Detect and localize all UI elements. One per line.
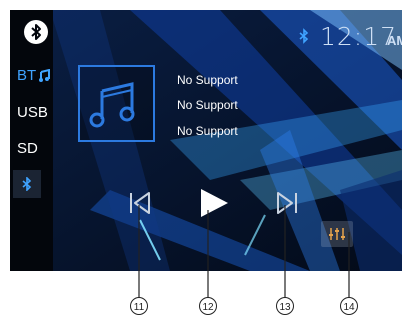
callout-number: 14 (343, 302, 355, 313)
callout-number: 13 (279, 302, 291, 313)
callout-number: 12 (202, 302, 214, 313)
callout-layer: 11 12 13 14 (130, 205, 358, 315)
callout-number: 11 (134, 302, 145, 313)
